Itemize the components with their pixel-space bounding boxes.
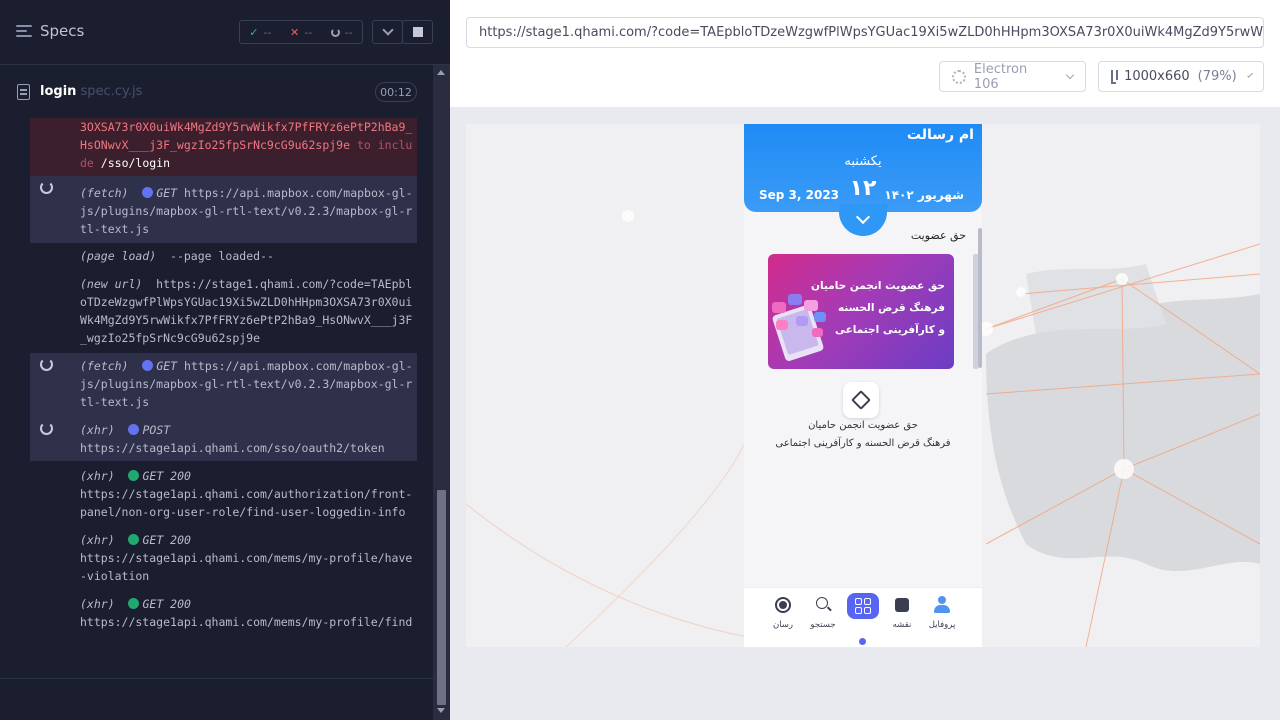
diamond-icon [851,390,871,410]
spec-timer: 00:12 [375,82,417,102]
search-icon [814,596,832,614]
error-entry[interactable]: 3OXSA73r0X0uiWk4MgZd9Y5rwWikfx7PfFRYz6eP… [30,118,417,176]
divider [0,678,433,679]
log-entry[interactable]: (fetch) GET https://api.mapbox.com/mapbo… [30,176,417,243]
status-dot [128,534,140,545]
browser-selector[interactable]: Electron 106 [939,61,1086,92]
spec-name: login spec.cy.js [40,84,143,99]
command-log: 3OXSA73r0X0uiWk4MgZd9Y5rwWikfx7PfFRYz6eP… [30,118,417,666]
weekday: یکشنبه [844,154,882,169]
spinner-icon [40,181,53,194]
nav-search[interactable]: جستجو [803,596,843,630]
log-entry[interactable]: (xhr) GET 200 https://stage1api.qhami.com… [30,525,417,589]
status-dot [142,360,154,371]
app-logo: ام رسالت [906,127,974,143]
chevron-down-icon [1246,71,1253,78]
spinner-icon [40,358,53,371]
scroll-up-icon[interactable] [437,70,445,75]
active-indicator [859,638,866,645]
log-entry[interactable]: (fetch) GET https://api.mapbox.com/mapbo… [30,353,417,461]
stats-bar: ✓ -- ✕ -- -- [239,20,363,44]
scroll-indicator [978,228,982,368]
log-entry[interactable]: (page load) --page loaded-- [30,243,417,269]
status-dot [128,470,140,481]
passed-stat: ✓ -- [249,25,272,39]
browser-icon [952,69,966,84]
reporter-header: Specs ✓ -- ✕ -- -- [0,0,450,65]
log-entry[interactable]: (xhr) GET 200 https://stage1api.qhami.com… [30,589,417,635]
scrollbar-thumb[interactable] [437,490,446,705]
specs-toggle[interactable]: Specs [16,22,84,40]
aut-panel: https://stage1.qhami.com/?code=TAEpbloTD… [450,0,1280,720]
expand-button[interactable] [372,20,403,44]
map-icon [893,596,911,614]
membership-banner[interactable]: حق عضویت انجمن حامیان فرهنگ قرض الحسنه و… [768,254,954,369]
failed-stat: ✕ -- [290,25,313,39]
viewport-selector[interactable]: 1000x660 (79%) [1098,61,1264,92]
membership-icon-button[interactable] [843,382,879,418]
bottom-nav: پروفایل نقشه جستجو رسان [744,587,982,647]
stop-icon [412,27,423,37]
browser-toolbar: https://stage1.qhami.com/?code=TAEpbloTD… [450,0,1280,107]
check-icon: ✓ [249,25,259,39]
specs-list-icon [16,24,32,38]
persian-month: شهریور ۱۴۰۲ [884,188,964,202]
x-icon: ✕ [290,25,300,39]
file-icon [17,84,30,100]
media-icon [774,596,792,614]
reporter-panel: Specs ✓ -- ✕ -- -- login spec.cy.js 00:12 … [0,0,450,720]
spinner-icon [330,27,340,37]
nav-profile[interactable]: پروفایل [922,596,962,630]
nav-home[interactable] [847,593,879,619]
app-preview: ام رسالت یکشنبه ۱۲ شهریور ۱۴۰۲ Sep 3, 20… [466,124,1260,647]
status-dot [128,424,140,435]
nav-map[interactable]: نقشه [882,596,922,630]
user-icon [933,596,951,614]
url-bar[interactable]: https://stage1.qhami.com/?code=TAEpbloTD… [466,17,1264,48]
ruler-icon [1111,69,1119,84]
stop-button[interactable] [402,20,433,44]
membership-desc: حق عضویت انجمن حامیان [808,420,918,431]
status-dot [142,187,154,198]
spec-row[interactable]: login spec.cy.js 00:12 [0,65,432,117]
gregorian-date: Sep 3, 2023 [759,188,840,202]
chevron-down-icon [381,24,394,36]
banner-line: فرهنگ قرض الحسنه [837,302,945,314]
section-title: حق عضویت [910,229,966,242]
mobile-app: ام رسالت یکشنبه ۱۲ شهریور ۱۴۰۲ Sep 3, 20… [744,124,982,647]
pending-stat: -- [330,26,353,39]
date-header: ام رسالت یکشنبه ۱۲ شهریور ۱۴۰۲ Sep 3, 20… [744,124,982,212]
log-entry[interactable]: (new url) https://stage1.qhami.com/?code… [30,269,417,353]
status-dot [128,598,140,609]
banner-line: و کارآفرینی اجتماعی [834,324,945,336]
specs-label: Specs [40,22,85,40]
log-entry[interactable]: (xhr) GET 200 https://stage1api.qhami.com… [30,461,417,525]
phone-chat-illustration [772,294,826,361]
banner-line: حق عضویت انجمن حامیان [811,280,945,292]
membership-desc: فرهنگ قرض الحسنه و کارآفرینی اجتماعی [775,438,951,449]
nav-media[interactable]: رسان [763,596,803,630]
scroll-down-icon[interactable] [437,708,445,713]
spinner-icon [40,422,53,435]
chevron-down-icon [1065,70,1075,79]
